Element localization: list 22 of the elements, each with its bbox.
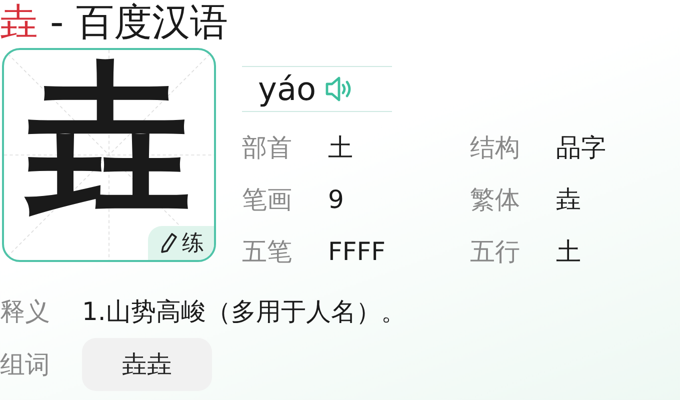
attribute-value: 土 bbox=[556, 236, 582, 268]
pinyin: yáo bbox=[258, 70, 316, 108]
attribute-label: 五笔 bbox=[242, 236, 293, 268]
words-label: 组词 bbox=[0, 349, 51, 381]
title-character: 垚 bbox=[0, 0, 38, 44]
attribute-label: 繁体 bbox=[470, 184, 521, 216]
attribute-value: 品字 bbox=[556, 132, 607, 164]
attribute-value: 9 bbox=[328, 184, 345, 216]
attribute-label: 笔画 bbox=[242, 184, 293, 216]
attribute-label: 部首 bbox=[242, 132, 293, 164]
definition-text: 1.山势高峻（多用于人名）。 bbox=[82, 296, 406, 328]
word-chip[interactable]: 垚垚 bbox=[82, 338, 212, 391]
character-glyph: 垚 bbox=[26, 58, 192, 224]
page-title: - 百度汉语 bbox=[50, 0, 228, 44]
attribute-value: 垚 bbox=[556, 184, 582, 216]
practice-button[interactable]: 练 bbox=[148, 226, 214, 260]
attribute-label: 五行 bbox=[470, 236, 521, 268]
attribute-value: FFFF bbox=[328, 236, 387, 268]
attribute-value: 土 bbox=[328, 132, 354, 164]
attribute-label: 结构 bbox=[470, 132, 521, 164]
pencil-icon bbox=[160, 232, 178, 254]
definition-label: 释义 bbox=[0, 296, 51, 328]
